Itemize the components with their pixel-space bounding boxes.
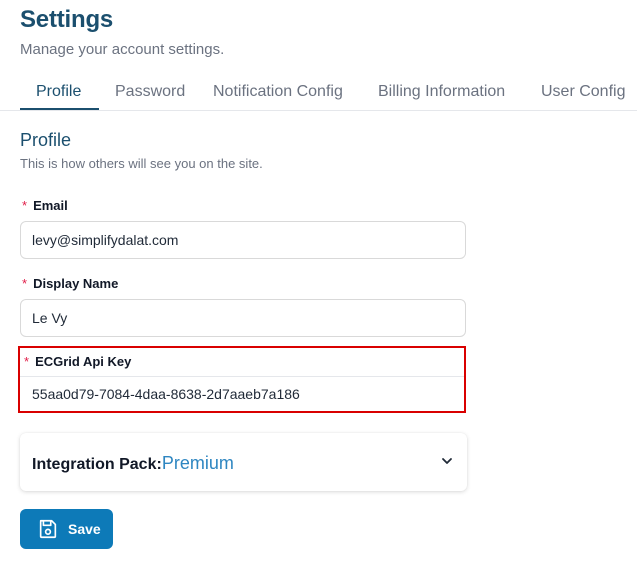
- required-mark: *: [22, 198, 28, 213]
- tab-notification-config[interactable]: Notification Config: [213, 83, 343, 101]
- section-title: Profile: [20, 130, 72, 150]
- email-label-text: Email: [33, 198, 68, 213]
- tab-billing-information[interactable]: Billing Information: [378, 83, 505, 101]
- display-name-label: * Display Name: [22, 276, 118, 291]
- integration-pack-collapse[interactable]: Integration Pack:Premium: [20, 433, 467, 491]
- section-subtitle: This is how others will see you on the s…: [20, 156, 263, 171]
- page-title: Settings: [20, 6, 114, 33]
- email-label: * Email: [22, 198, 68, 213]
- save-button[interactable]: Save: [20, 509, 113, 549]
- page-subtitle: Manage your account settings.: [20, 41, 225, 58]
- settings-tabs: Profile Password Notification Config Bil…: [0, 78, 637, 111]
- api-key-label: * ECGrid Api Key: [24, 354, 131, 369]
- active-tab-indicator: [20, 108, 99, 110]
- display-name-input[interactable]: [20, 299, 466, 337]
- integration-pack-label-text: Integration Pack:: [32, 456, 162, 473]
- required-mark: *: [22, 276, 28, 291]
- tab-user-config[interactable]: User Config: [541, 83, 625, 101]
- api-key-highlight: * ECGrid Api Key: [18, 346, 466, 413]
- required-mark: *: [24, 354, 30, 369]
- floppy-disk-icon: [39, 519, 57, 539]
- email-input[interactable]: [20, 221, 466, 259]
- display-name-label-text: Display Name: [33, 276, 119, 291]
- api-key-label-text: ECGrid Api Key: [35, 354, 132, 369]
- save-button-label: Save: [68, 521, 101, 537]
- tab-password[interactable]: Password: [115, 83, 185, 101]
- api-key-input[interactable]: [20, 377, 464, 411]
- tab-profile[interactable]: Profile: [36, 83, 81, 101]
- integration-pack-value: Premium: [161, 453, 234, 473]
- chevron-down-icon[interactable]: [439, 453, 455, 469]
- integration-pack-label: Integration Pack:Premium: [32, 453, 234, 474]
